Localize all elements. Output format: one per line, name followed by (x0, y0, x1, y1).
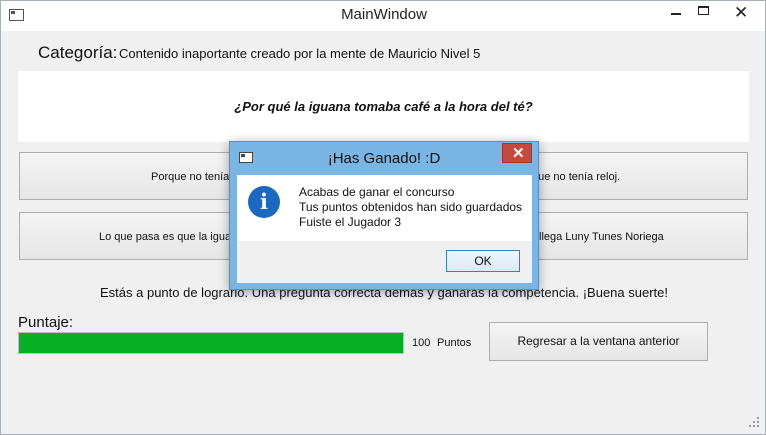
resize-grip[interactable] (749, 417, 761, 429)
question-panel: ¿Por qué la iguana tomaba café a la hora… (18, 71, 749, 142)
minimize-icon (671, 13, 681, 15)
dialog-line-3: Fuiste el Jugador 3 (299, 215, 402, 229)
score-label: Puntaje: (18, 314, 74, 331)
dialog-line-1: Acabas de ganar el concurso (299, 185, 455, 199)
window-title: MainWindow (341, 6, 427, 23)
question-text: ¿Por qué la iguana tomaba café a la hora… (234, 99, 533, 114)
dialog-body: i Acabas de ganar el concurso Tus puntos… (237, 175, 532, 241)
category-label: Categoría: (38, 43, 118, 62)
back-button[interactable]: Regresar a la ventana anterior (489, 322, 708, 361)
answer-label: que no tenía reloj. (532, 171, 621, 183)
information-icon: i (248, 186, 280, 218)
score-progress-bar (18, 332, 404, 354)
dialog-message: Acabas de ganar el concurso Tus puntos o… (299, 185, 522, 230)
win-dialog: ¡Has Ganado! :D ✕ i Acabas de ganar el c… (229, 141, 539, 290)
answer-label: Porque no tenía (151, 171, 230, 183)
maximize-button[interactable] (689, 1, 719, 23)
close-icon: ✕ (512, 145, 525, 162)
dialog-close-button[interactable]: ✕ (502, 143, 532, 163)
progress-fill (19, 333, 403, 353)
maximize-icon (698, 6, 709, 15)
answer-label: Lo que pasa es que la iguan (99, 231, 238, 243)
title-bar[interactable]: MainWindow ✕ (1, 1, 765, 31)
score-unit: Puntos (437, 337, 472, 349)
category-value: Contenido inaportante creado por la ment… (119, 46, 481, 61)
answer-label: llega Luny Tunes Noriega (539, 231, 664, 243)
minimize-button[interactable] (662, 1, 692, 23)
close-button[interactable]: ✕ (719, 1, 765, 23)
dialog-title: ¡Has Ganado! :D (327, 150, 441, 167)
score-value: 100 (412, 337, 431, 349)
close-icon: ✕ (734, 3, 749, 22)
dialog-line-2: Tus puntos obtenidos han sido guardados (299, 200, 523, 214)
dialog-footer: OK (237, 241, 532, 283)
ok-button[interactable]: OK (446, 250, 520, 272)
